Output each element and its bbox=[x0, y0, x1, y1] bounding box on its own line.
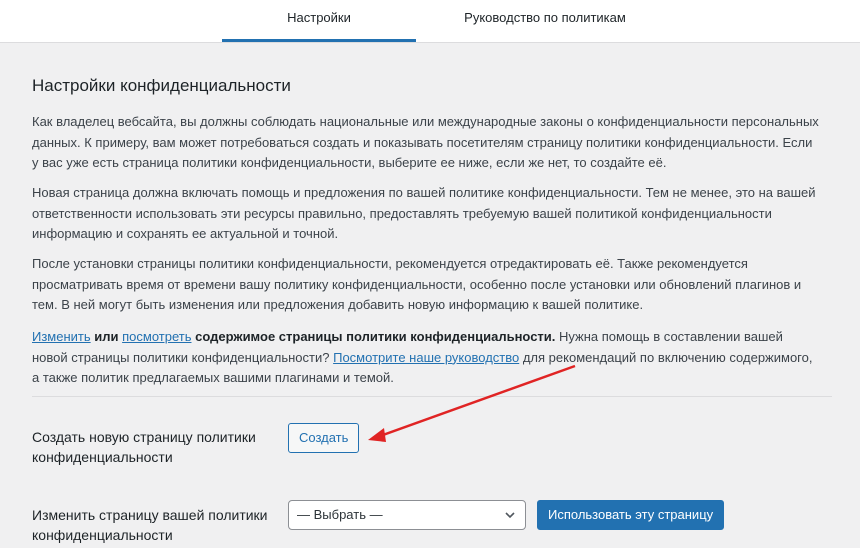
recommendation-paragraph: После установки страницы политики конфид… bbox=[32, 256, 802, 312]
page-select[interactable]: — Выбрать — bbox=[288, 500, 526, 530]
use-this-page-button[interactable]: Использовать эту страницу bbox=[537, 500, 725, 530]
intro-paragraph: Как владелец вебсайта, вы должны соблюда… bbox=[32, 114, 819, 170]
change-page-label: Изменить страницу вашей политики конфиде… bbox=[32, 507, 268, 543]
or-text: или bbox=[90, 329, 123, 344]
tab-settings[interactable]: Настройки bbox=[222, 0, 416, 42]
edit-policy-link[interactable]: Изменить bbox=[32, 329, 91, 344]
responsibility-paragraph: Новая страница должна включать помощь и … bbox=[32, 185, 816, 241]
section-divider bbox=[32, 396, 832, 397]
tab-bar: Настройки Руководство по политикам bbox=[0, 0, 860, 43]
view-policy-link[interactable]: посмотреть bbox=[122, 329, 191, 344]
guide-link[interactable]: Посмотрите наше руководство bbox=[333, 350, 519, 365]
create-page-label: Создать новую страницу политики конфиден… bbox=[32, 429, 256, 465]
chevron-down-icon bbox=[505, 512, 515, 519]
policy-page-help-paragraph: Изменить или посмотреть содержимое стран… bbox=[32, 327, 822, 389]
tab-policy-guide[interactable]: Руководство по политикам bbox=[440, 0, 650, 42]
page-select-value: — Выбрать — bbox=[297, 507, 383, 522]
policy-content-text: содержимое страницы политики конфиденциа… bbox=[191, 329, 556, 344]
page-title: Настройки конфиденциальности bbox=[32, 76, 291, 95]
create-button[interactable]: Создать bbox=[288, 423, 360, 453]
